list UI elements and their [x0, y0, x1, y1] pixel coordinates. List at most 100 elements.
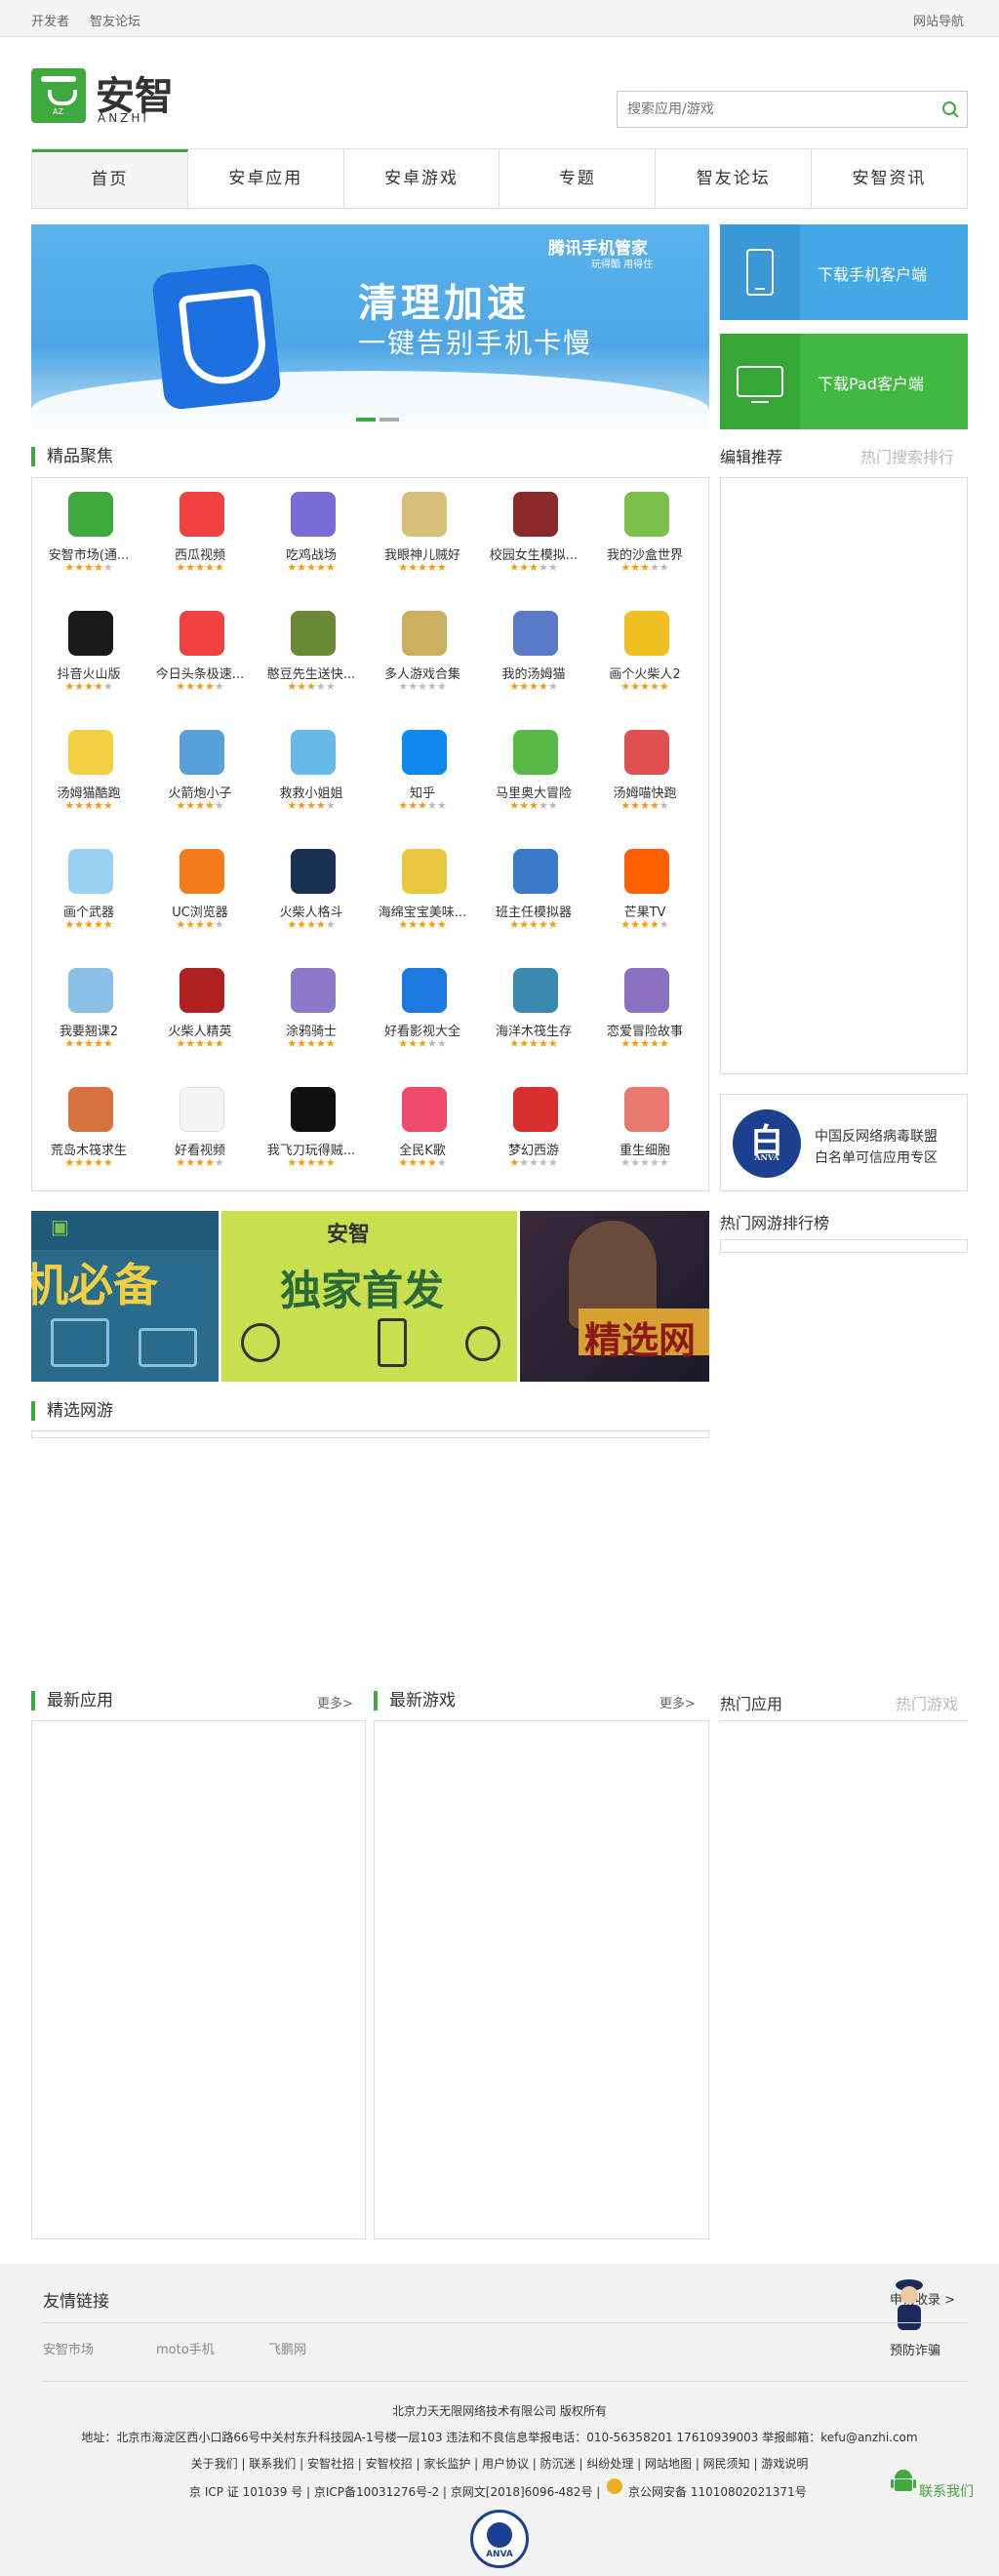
- app-tile[interactable]: 我的汤姆猫 ★★★★★: [479, 599, 588, 716]
- app-icon[interactable]: [624, 968, 669, 1013]
- app-icon[interactable]: [180, 492, 224, 537]
- app-tile[interactable]: 汤姆猫酷跑 ★★★★★: [34, 718, 143, 835]
- app-icon[interactable]: [624, 492, 669, 537]
- app-tile[interactable]: 恋爱冒险故事 ★★★★★: [590, 956, 699, 1073]
- app-icon[interactable]: [180, 611, 224, 656]
- app-icon[interactable]: [402, 492, 447, 537]
- app-icon[interactable]: [291, 611, 336, 656]
- app-icon[interactable]: [291, 492, 336, 537]
- app-tile[interactable]: 涂鸦骑士 ★★★★★: [257, 956, 366, 1073]
- app-tile[interactable]: 班主任模拟器 ★★★★★: [479, 837, 588, 954]
- app-tile[interactable]: 校园女生模拟... ★★★★★: [479, 480, 588, 597]
- app-icon[interactable]: [291, 849, 336, 894]
- app-tile[interactable]: 荒岛木筏求生 ★★★★★: [34, 1075, 143, 1192]
- app-tile[interactable]: 重生细胞 ★★★★★: [590, 1075, 699, 1192]
- app-icon[interactable]: [68, 492, 113, 537]
- banner-dot[interactable]: [356, 418, 376, 422]
- app-tile[interactable]: 我飞刀玩得贼... ★★★★★: [257, 1075, 366, 1192]
- footer-links[interactable]: 关于我们 | 联系我们 | 安智社招 | 安智校招 | 家长监护 | 用户协议 …: [0, 2455, 999, 2472]
- nav-android-apps[interactable]: 安卓应用: [188, 149, 344, 208]
- app-icon[interactable]: [513, 849, 558, 894]
- app-icon[interactable]: [180, 730, 224, 775]
- anva-banner[interactable]: 白 ANVA 中国反网络病毒联盟 白名单可信应用专区: [720, 1094, 968, 1191]
- nav-forum[interactable]: 智友论坛: [656, 149, 813, 208]
- search-icon[interactable]: [941, 101, 959, 118]
- app-tile[interactable]: 我的沙盒世界 ★★★★★: [590, 480, 699, 597]
- app-icon[interactable]: [68, 730, 113, 775]
- fraud-prevention-label[interactable]: 预防诈骗: [890, 2340, 940, 2358]
- banner-dot[interactable]: [380, 418, 399, 422]
- app-tile[interactable]: 抖音火山版 ★★★★★: [34, 599, 143, 716]
- tab-hot-search[interactable]: 热门搜索排行: [860, 444, 954, 467]
- anva-seal-icon[interactable]: ANVA: [470, 2510, 529, 2568]
- app-icon[interactable]: [180, 968, 224, 1013]
- nav-android-games[interactable]: 安卓游戏: [344, 149, 500, 208]
- app-icon[interactable]: [402, 730, 447, 775]
- app-icon[interactable]: [291, 1087, 336, 1132]
- app-tile[interactable]: 梦幻西游 ★★★★★: [479, 1075, 588, 1192]
- app-tile[interactable]: UC浏览器 ★★★★★: [145, 837, 255, 954]
- app-tile[interactable]: 今日头条极速... ★★★★★: [145, 599, 255, 716]
- tab-hot-apps[interactable]: 热门应用: [720, 1691, 782, 1714]
- developer-link[interactable]: 开发者: [31, 11, 69, 29]
- app-tile[interactable]: 马里奥大冒险 ★★★★★: [479, 718, 588, 835]
- app-icon[interactable]: [513, 492, 558, 537]
- app-icon[interactable]: [624, 730, 669, 775]
- app-tile[interactable]: 西瓜视频 ★★★★★: [145, 480, 255, 597]
- app-icon[interactable]: [513, 611, 558, 656]
- app-tile[interactable]: 好看影视大全 ★★★★★: [368, 956, 477, 1073]
- app-icon[interactable]: [624, 849, 669, 894]
- app-icon[interactable]: [68, 1087, 113, 1132]
- app-tile[interactable]: 画个武器 ★★★★★: [34, 837, 143, 954]
- app-tile[interactable]: 我眼神儿贼好 ★★★★★: [368, 480, 477, 597]
- nav-topics[interactable]: 专题: [500, 149, 657, 208]
- download-phone-button[interactable]: 下载手机客户端: [720, 224, 968, 320]
- app-tile[interactable]: 火柴人精英 ★★★★★: [145, 956, 255, 1073]
- promo-essentials[interactable]: ▣ 机必备: [31, 1211, 219, 1382]
- app-tile[interactable]: 火箭炮小子 ★★★★★: [145, 718, 255, 835]
- search-input[interactable]: [618, 92, 930, 127]
- android-icon[interactable]: [890, 2467, 917, 2496]
- app-icon[interactable]: [624, 1087, 669, 1132]
- contact-us-link[interactable]: 联系我们: [919, 2481, 974, 2501]
- app-tile[interactable]: 海洋木筏生存 ★★★★★: [479, 956, 588, 1073]
- nav-news[interactable]: 安智资讯: [812, 149, 967, 208]
- app-tile[interactable]: 救救小姐姐 ★★★★★: [257, 718, 366, 835]
- app-tile[interactable]: 我要翘课2 ★★★★★: [34, 956, 143, 1073]
- app-tile[interactable]: 多人游戏合集 ★★★★★: [368, 599, 477, 716]
- app-icon[interactable]: [291, 730, 336, 775]
- app-icon[interactable]: [513, 730, 558, 775]
- friend-link-moto[interactable]: moto手机: [156, 2339, 215, 2357]
- app-icon[interactable]: [624, 611, 669, 656]
- friend-link-anzhi[interactable]: 安智市场: [43, 2339, 94, 2357]
- app-icon[interactable]: [402, 849, 447, 894]
- app-tile[interactable]: 汤姆喵快跑 ★★★★★: [590, 718, 699, 835]
- app-tile[interactable]: 安智市场(通... ★★★★★: [34, 480, 143, 597]
- app-tile[interactable]: 憨豆先生送快... ★★★★★: [257, 599, 366, 716]
- app-icon[interactable]: [68, 611, 113, 656]
- promo-exclusive[interactable]: 安智 独家首发: [221, 1211, 517, 1382]
- app-icon[interactable]: [513, 968, 558, 1013]
- app-icon[interactable]: [180, 1087, 224, 1132]
- app-icon[interactable]: [180, 849, 224, 894]
- app-tile[interactable]: 知乎 ★★★★★: [368, 718, 477, 835]
- app-icon[interactable]: [68, 968, 113, 1013]
- app-tile[interactable]: 好看视频 ★★★★★: [145, 1075, 255, 1192]
- app-tile[interactable]: 画个火柴人2 ★★★★★: [590, 599, 699, 716]
- app-icon[interactable]: [402, 1087, 447, 1132]
- app-tile[interactable]: 火柴人格斗 ★★★★★: [257, 837, 366, 954]
- app-icon[interactable]: [291, 968, 336, 1013]
- hero-banner[interactable]: 腾讯手机管家 玩得酷 用得住 清理加速 一键告别手机卡慢: [31, 224, 709, 429]
- promo-online-games[interactable]: 精选网: [520, 1211, 709, 1382]
- police-icon[interactable]: [890, 2274, 929, 2336]
- friend-link-feipeng[interactable]: 飞鹏网: [268, 2339, 306, 2357]
- app-tile[interactable]: 海绵宝宝美味... ★★★★★: [368, 837, 477, 954]
- tab-hot-games[interactable]: 热门游戏: [896, 1691, 958, 1714]
- app-icon[interactable]: [513, 1087, 558, 1132]
- latest-apps-more-link[interactable]: 更多>: [317, 1693, 353, 1711]
- app-tile[interactable]: 全民K歌 ★★★★★: [368, 1075, 477, 1192]
- forum-link[interactable]: 智友论坛: [90, 11, 140, 29]
- anzhi-logo[interactable]: AZ 安智 ANZHI: [31, 68, 187, 125]
- download-pad-button[interactable]: 下载Pad客户端: [720, 334, 968, 429]
- app-icon[interactable]: [68, 849, 113, 894]
